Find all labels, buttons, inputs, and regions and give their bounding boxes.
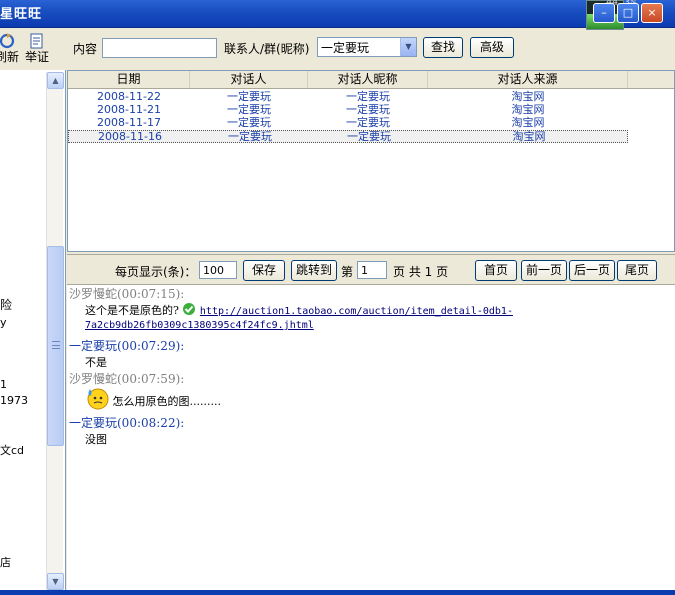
list-item[interactable]: 1973 — [0, 394, 28, 407]
sweat-smiley-icon — [87, 388, 109, 410]
column-header-date[interactable]: 日期 — [68, 71, 190, 88]
window-bottom-border — [0, 590, 675, 595]
title-bar[interactable]: 星旺旺 44.3% – □ × — [0, 0, 675, 30]
check-shield-icon — [183, 303, 196, 315]
list-item[interactable]: 文cd — [0, 442, 24, 458]
per-page-label: 每页显示(条)： — [115, 265, 197, 279]
message-text: 这个是不是原色的? http://auction1.taobao.com/auc… — [85, 302, 513, 318]
message-text-content: 怎么用原色的图......... — [112, 395, 221, 408]
evidence-icon — [30, 33, 43, 49]
cell-person: 一定要玩 — [227, 90, 271, 103]
minimize-button[interactable]: – — [593, 3, 615, 23]
refresh-button[interactable]: 刷新 — [0, 30, 22, 68]
column-header-source[interactable]: 对话人来源 — [428, 71, 628, 88]
cell-person: 一定要玩 — [228, 130, 272, 143]
message-text: 怎么用原色的图......... — [85, 386, 221, 410]
results-table: 日期 对话人 对话人昵称 对话人来源 2008-11-22 一定要玩 一定要玩 淘宝网… — [67, 70, 675, 252]
chevron-down-icon[interactable]: ▼ — [400, 38, 416, 56]
last-page-button[interactable]: 尾页 — [617, 260, 657, 281]
list-item[interactable]: 店 — [0, 554, 11, 570]
table-row[interactable]: 2008-11-17 一定要玩 一定要玩 淘宝网 — [68, 117, 628, 130]
message-text: 不是 — [85, 356, 107, 369]
close-button[interactable]: × — [641, 3, 663, 23]
cell-source: 淘宝网 — [511, 116, 545, 129]
evidence-button[interactable]: 举证 — [22, 30, 52, 68]
cell-source: 淘宝网 — [511, 103, 545, 116]
cell-source: 淘宝网 — [511, 90, 545, 103]
cell-nickname: 一定要玩 — [346, 90, 390, 103]
column-header-person[interactable]: 对话人 — [190, 71, 308, 88]
table-header: 日期 对话人 对话人昵称 对话人来源 — [68, 71, 674, 89]
advanced-button[interactable]: 高级 — [470, 37, 514, 58]
list-item[interactable]: y — [0, 316, 7, 329]
jump-button[interactable]: 跳转到 — [291, 260, 337, 281]
scroll-down-button[interactable]: ▼ — [47, 573, 64, 590]
scroll-thumb[interactable] — [47, 246, 64, 446]
list-item[interactable]: 1 — [0, 378, 7, 391]
page-input[interactable] — [357, 261, 387, 279]
page-prefix: 第 — [341, 265, 354, 279]
cell-date: 2008-11-16 — [98, 130, 162, 143]
cell-nickname: 一定要玩 — [346, 103, 390, 116]
table-row[interactable]: 2008-11-16 一定要玩 一定要玩 淘宝网 — [68, 130, 628, 143]
cell-date: 2008-11-17 — [97, 116, 161, 129]
sidebar: 刷新 举证 险 y 1 1973 文cd 店 ▲ ▼ — [0, 28, 66, 595]
sidebar-toolbar: 刷新 举证 — [0, 28, 66, 70]
contact-select[interactable]: 一定要玩 ▼ — [317, 37, 417, 57]
contact-label: 联系人/群(昵称) — [224, 42, 310, 56]
contact-select-value: 一定要玩 — [321, 41, 370, 55]
scroll-up-button[interactable]: ▲ — [47, 72, 64, 89]
sidebar-scrollbar[interactable]: ▲ ▼ — [46, 72, 64, 591]
grip-icon — [52, 341, 60, 349]
auction-link-continued[interactable]: 7a2cb9db26fb0309c1380395c4f24fc9.jhtml — [85, 320, 314, 331]
save-button[interactable]: 保存 — [243, 260, 285, 281]
chat-log[interactable]: 沙罗慢蛇(00:07:15): 这个是不是原色的? http://auction… — [67, 284, 675, 590]
message-sender: 一定要玩(00:07:29): — [69, 339, 185, 353]
page-total: 页 共 1 页 — [393, 265, 449, 279]
pager-bar: 每页显示(条)： 保存 跳转到 第 页 共 1 页 首页 前一页 后一页 尾页 — [67, 254, 675, 284]
refresh-icon — [0, 33, 15, 49]
content-input[interactable] — [102, 38, 217, 58]
cell-source: 淘宝网 — [512, 130, 546, 143]
prev-page-button[interactable]: 前一页 — [521, 260, 567, 281]
search-toolbar: 内容 联系人/群(昵称) 一定要玩 ▼ 查找 高级 — [67, 28, 675, 70]
per-page-input[interactable] — [199, 261, 237, 279]
auction-link[interactable]: http://auction1.taobao.com/auction/item_… — [200, 306, 513, 317]
message-sender: 沙罗慢蛇(00:07:59): — [69, 372, 185, 386]
cell-nickname: 一定要玩 — [347, 130, 391, 143]
content-label: 内容 — [73, 42, 98, 56]
message-sender: 一定要玩(00:08:22): — [69, 416, 185, 430]
message-text-content: 这个是不是原色的? — [85, 304, 179, 317]
evidence-label: 举证 — [24, 50, 49, 64]
cell-date: 2008-11-22 — [97, 90, 161, 103]
window: 星旺旺 44.3% – □ × 刷新 举证 — [0, 0, 675, 595]
list-item[interactable]: 险 — [0, 296, 12, 313]
first-page-button[interactable]: 首页 — [475, 260, 517, 281]
cell-date: 2008-11-21 — [97, 103, 161, 116]
cell-person: 一定要玩 — [227, 116, 271, 129]
message-text: 没图 — [85, 433, 107, 446]
message-sender: 沙罗慢蛇(00:07:15): — [69, 287, 185, 301]
cell-person: 一定要玩 — [227, 103, 271, 116]
refresh-label: 刷新 — [0, 50, 19, 64]
column-header-nickname[interactable]: 对话人昵称 — [308, 71, 428, 88]
cell-nickname: 一定要玩 — [346, 116, 390, 129]
next-page-button[interactable]: 后一页 — [569, 260, 615, 281]
contact-list[interactable]: 险 y 1 1973 文cd 店 — [0, 72, 46, 592]
maximize-button[interactable]: □ — [617, 3, 639, 23]
find-button[interactable]: 查找 — [423, 37, 463, 58]
window-title: 星旺旺 — [0, 7, 43, 22]
